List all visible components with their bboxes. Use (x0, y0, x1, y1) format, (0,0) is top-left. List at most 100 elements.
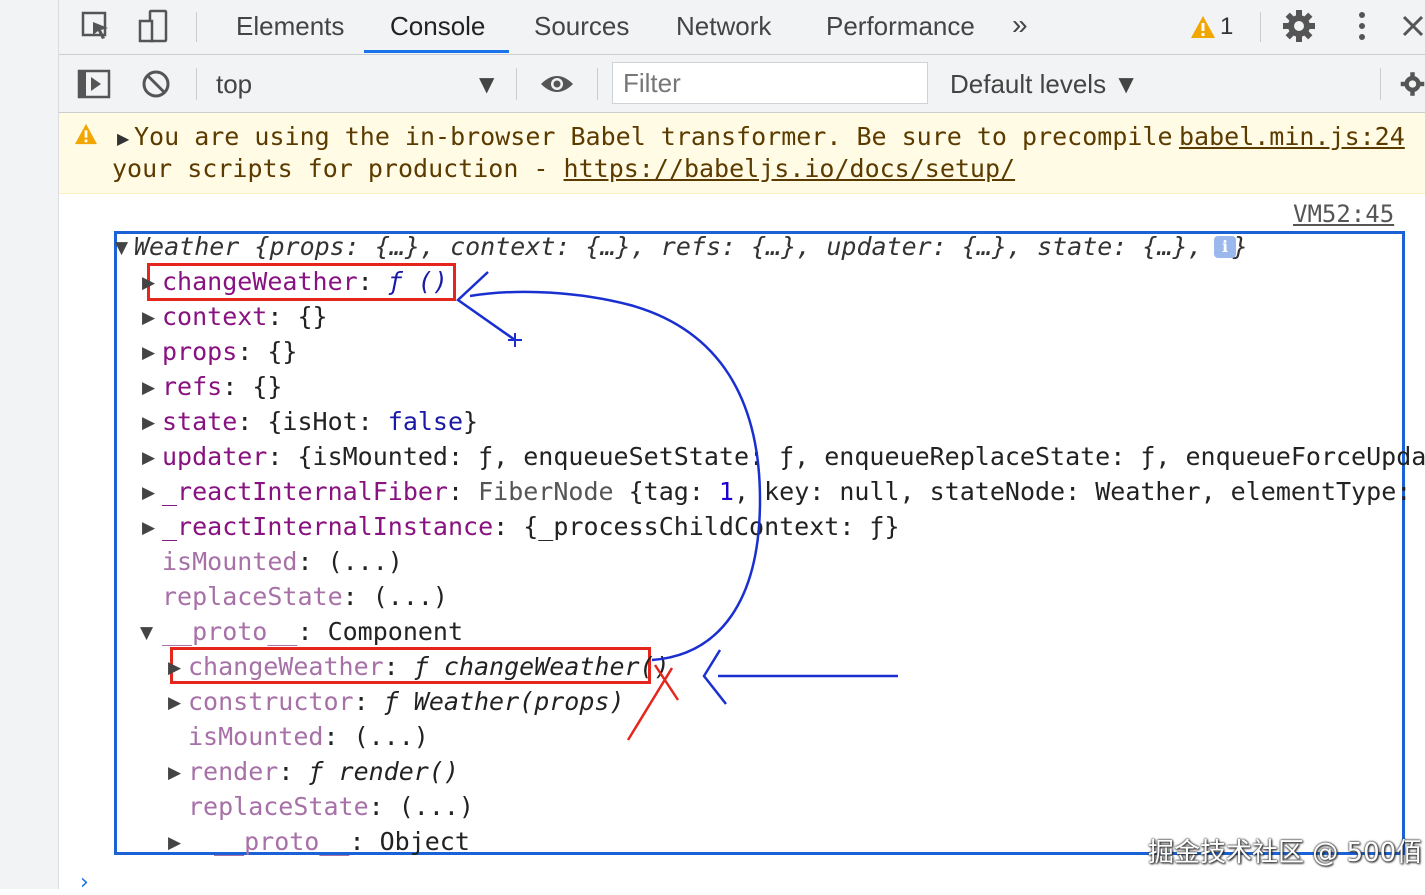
prop-key: isMounted (162, 547, 298, 576)
prop-sep: : (383, 652, 414, 681)
console-prompt-icon[interactable]: › (80, 870, 89, 895)
prop-key: __proto__ (214, 827, 350, 856)
tree-row-context[interactable]: context: {} (162, 301, 328, 333)
prop-value: : Component (297, 617, 464, 646)
tree-row-updater[interactable]: updater: {isMounted: ƒ, enqueueSetState:… (162, 441, 1425, 473)
expand-triangle-icon[interactable]: ▶ (168, 833, 181, 853)
babel-setup-link[interactable]: https://babeljs.io/docs/setup/ (564, 154, 1016, 183)
prop-key: context (162, 302, 268, 331)
prop-value-post: } (463, 407, 479, 436)
clear-console-icon[interactable] (138, 66, 174, 102)
prop-key: _reactInternalInstance (162, 512, 494, 541)
collapse-triangle-icon[interactable]: ▼ (140, 623, 153, 643)
prop-value: {} (252, 372, 283, 401)
toolbar-divider (1260, 12, 1261, 42)
tree-row-replaceState[interactable]: replaceState: (...) (162, 581, 448, 613)
tree-row-proto-changeWeather[interactable]: changeWeather: ƒ changeWeather() (188, 651, 670, 683)
tree-row-state[interactable]: state: {isHot: false} (162, 406, 478, 438)
expand-triangle-icon[interactable]: ▶ (142, 273, 155, 293)
warning-text-line1: You are using the in-browser Babel trans… (134, 122, 1173, 151)
context-dropdown-arrow-icon[interactable]: ▼ (479, 55, 494, 112)
toolbar-divider (1380, 68, 1381, 100)
warnings-count: 1 (1220, 13, 1234, 40)
expand-triangle-icon[interactable]: ▶ (142, 343, 155, 363)
prop-value-post: , key: null, stateNode: Weather, element… (733, 477, 1425, 506)
prop-value: {} (297, 302, 328, 331)
expand-triangle-icon[interactable]: ▶ (142, 413, 155, 433)
tree-row-proto-render[interactable]: render: ƒ render() (188, 756, 459, 788)
prop-value: : (...) (342, 582, 448, 611)
filter-input[interactable] (612, 62, 928, 104)
prop-sep: : (447, 477, 479, 506)
prop-value-pre: {tag: (613, 477, 719, 506)
prop-key: changeWeather (188, 652, 384, 681)
warning-icon (1191, 16, 1215, 38)
tree-row-proto[interactable]: __proto__: Component (162, 616, 463, 648)
prop-value-pre: : {isHot: (237, 407, 388, 436)
toolbar-divider (196, 12, 197, 42)
live-expression-eye-icon[interactable] (539, 66, 575, 102)
expand-triangle-icon[interactable]: ▶ (142, 378, 155, 398)
tree-row-isMounted[interactable]: isMounted: (...) (162, 546, 403, 578)
tree-row-proto-proto[interactable]: __proto__: Object (214, 826, 470, 858)
prop-sep: : (222, 372, 253, 401)
prop-value: : {isMounted: ƒ, enqueueSetState: ƒ, enq… (267, 442, 1425, 471)
tab-elements[interactable]: Elements (236, 0, 344, 54)
prop-key: state (162, 407, 238, 436)
expand-triangle-icon[interactable]: ▶ (142, 518, 155, 538)
toolbar-divider (196, 68, 197, 100)
prop-type: FiberNode (478, 477, 614, 506)
console-settings-gear-icon[interactable] (1400, 66, 1425, 102)
object-summary[interactable]: Weather {props: {…}, context: {…}, refs:… (134, 231, 1248, 263)
left-gutter (0, 0, 59, 889)
close-icon[interactable] (1400, 8, 1425, 44)
context-selector[interactable]: top (216, 55, 252, 112)
tree-row-props[interactable]: props: {} (162, 336, 297, 368)
settings-gear-icon[interactable] (1281, 8, 1317, 44)
expand-triangle-icon[interactable]: ▶ (168, 693, 181, 713)
prop-value: ƒ render() (308, 757, 459, 786)
tab-network[interactable]: Network (676, 0, 771, 54)
prop-sep: : (278, 757, 309, 786)
prop-key: _reactInternalFiber (162, 477, 448, 506)
prop-value: ƒ Weather(props) (383, 687, 625, 716)
tree-row-changeWeather[interactable]: changeWeather: ƒ () (162, 266, 448, 298)
tab-performance[interactable]: Performance (826, 0, 975, 54)
prop-value: : Object (349, 827, 470, 856)
active-tab-indicator (364, 50, 509, 53)
prop-key: props (162, 337, 238, 366)
log-source-link[interactable]: VM52:45 (1293, 200, 1394, 228)
prop-sep: : (353, 687, 384, 716)
tree-row-refs[interactable]: refs: {} (162, 371, 282, 403)
prop-sep: : (237, 337, 268, 366)
tree-row-proto-isMounted[interactable]: isMounted: (...) (188, 721, 429, 753)
prop-sep: : (357, 267, 388, 296)
sidebar-toggle-icon[interactable] (76, 66, 112, 102)
expand-triangle-icon[interactable]: ▶ (142, 448, 155, 468)
prop-key: changeWeather (162, 267, 358, 296)
warning-source-link[interactable]: babel.min.js:24 (1179, 122, 1405, 151)
tree-row-reactInternalFiber[interactable]: _reactInternalFiber: FiberNode {tag: 1, … (162, 476, 1425, 508)
inspect-element-icon[interactable] (78, 8, 114, 44)
collapse-triangle-icon[interactable]: ▼ (115, 238, 128, 258)
expand-triangle-icon[interactable]: ▶ (168, 658, 181, 678)
toolbar-divider (597, 68, 598, 100)
tree-row-proto-replaceState[interactable]: replaceState: (...) (188, 791, 474, 823)
tree-row-reactInternalInstance[interactable]: _reactInternalInstance: {_processChildCo… (162, 511, 900, 543)
tab-sources[interactable]: Sources (534, 0, 629, 54)
tab-console[interactable]: Console (390, 0, 485, 54)
expand-triangle-icon[interactable]: ▶ (142, 483, 155, 503)
prop-value: : (...) (368, 792, 474, 821)
tree-row-proto-constructor[interactable]: constructor: ƒ Weather(props) (188, 686, 625, 718)
warnings-counter[interactable]: 1 (1190, 0, 1233, 54)
kebab-menu-icon[interactable] (1344, 8, 1380, 44)
expand-triangle-icon[interactable]: ▶ (117, 129, 129, 148)
prop-value: ƒ changeWeather() (413, 652, 670, 681)
expand-triangle-icon[interactable]: ▶ (168, 763, 181, 783)
more-tabs-button[interactable]: » (1012, 0, 1028, 54)
prop-value: : {_processChildContext: ƒ} (493, 512, 900, 541)
log-levels-dropdown[interactable]: Default levels ▼ (950, 55, 1139, 112)
expand-triangle-icon[interactable]: ▶ (142, 308, 155, 328)
info-icon: i (1214, 236, 1236, 258)
device-toolbar-icon[interactable] (136, 8, 172, 44)
